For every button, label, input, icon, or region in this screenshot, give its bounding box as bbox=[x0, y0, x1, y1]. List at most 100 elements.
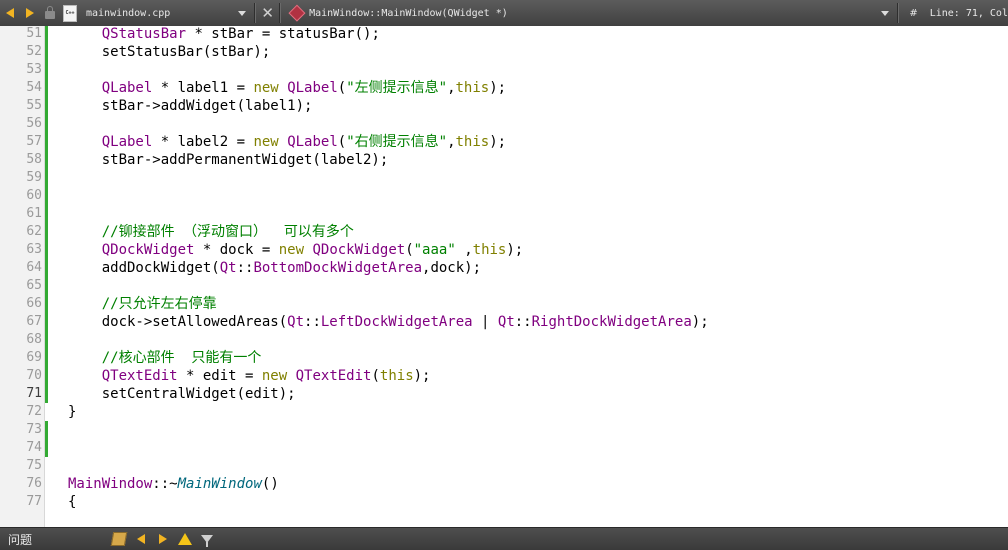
code-token: * edit = bbox=[177, 368, 262, 384]
previous-issue-button[interactable] bbox=[130, 529, 152, 549]
lock-icon bbox=[45, 6, 55, 19]
warnings-toggle-button[interactable] bbox=[174, 529, 196, 549]
code-line[interactable]: 75 bbox=[0, 457, 1008, 475]
filter-icon bbox=[201, 535, 213, 547]
modified-line-marker bbox=[45, 241, 48, 259]
open-file-selector[interactable]: mainwindow.cpp bbox=[86, 8, 232, 19]
code-line[interactable]: 59 bbox=[0, 169, 1008, 187]
code-line[interactable]: 76 MainWindow::~MainWindow() bbox=[0, 475, 1008, 493]
next-issue-button[interactable] bbox=[152, 529, 174, 549]
code-text: addDockWidget(Qt::BottomDockWidgetArea,d… bbox=[68, 259, 481, 277]
modified-line-marker bbox=[45, 259, 48, 277]
line-number: 62 bbox=[26, 224, 42, 239]
code-line[interactable]: 74 bbox=[0, 439, 1008, 457]
file-type-icon-wrap: C++ bbox=[60, 2, 80, 24]
code-token: BottomDockWidgetArea bbox=[253, 260, 423, 276]
close-document-button[interactable]: ✕ bbox=[258, 4, 277, 22]
modified-line-marker bbox=[45, 169, 48, 187]
code-token: MainWindow bbox=[68, 476, 153, 492]
modified-line-marker bbox=[45, 295, 48, 313]
code-token: ); bbox=[691, 314, 709, 330]
code-text: QStatusBar * stBar = statusBar(); bbox=[68, 26, 380, 43]
code-token: Qt bbox=[287, 314, 305, 330]
toolbar-separator bbox=[279, 3, 282, 23]
code-line[interactable]: 65 bbox=[0, 277, 1008, 295]
code-line[interactable]: 63 QDockWidget * dock = new QDockWidget(… bbox=[0, 241, 1008, 259]
symbol-dropdown-chevron-icon[interactable] bbox=[881, 10, 890, 16]
code-token: this bbox=[455, 80, 490, 96]
code-token: QLabel bbox=[287, 80, 338, 96]
symbol-selector[interactable]: MainWindow::MainWindow(QWidget *) bbox=[309, 8, 875, 19]
modified-line-marker bbox=[45, 79, 48, 97]
line-number: 72 bbox=[26, 404, 42, 419]
issues-pane-header: 问题 bbox=[0, 527, 1008, 550]
code-line[interactable]: 58 stBar->addPermanentWidget(label2); bbox=[0, 151, 1008, 169]
code-line[interactable]: 72} bbox=[0, 403, 1008, 421]
file-dropdown-chevron-icon[interactable] bbox=[237, 10, 246, 16]
code-token: "aaa" bbox=[413, 242, 456, 258]
code-line[interactable]: 67 dock->setAllowedAreas(Qt::LeftDockWid… bbox=[0, 313, 1008, 331]
code-line[interactable]: 54 QLabel * label1 = new QLabel("左侧提示信息"… bbox=[0, 79, 1008, 97]
code-text: stBar->addPermanentWidget(label2); bbox=[68, 151, 389, 169]
code-token: () bbox=[261, 476, 279, 492]
code-text: stBar->addWidget(label1); bbox=[68, 97, 313, 115]
code-line[interactable]: 57 QLabel * label2 = new QLabel("右侧提示信息"… bbox=[0, 133, 1008, 151]
code-line[interactable]: 68 bbox=[0, 331, 1008, 349]
go-back-button[interactable] bbox=[0, 2, 20, 24]
code-line[interactable]: 56 bbox=[0, 115, 1008, 133]
code-line[interactable]: 55 stBar->addWidget(label1); bbox=[0, 97, 1008, 115]
code-text: setStatusBar(stBar); bbox=[68, 43, 271, 61]
code-line[interactable]: 51 QStatusBar * stBar = statusBar(); bbox=[0, 26, 1008, 43]
cpp-file-icon: C++ bbox=[63, 4, 77, 22]
code-text: setCentralWidget(edit); bbox=[68, 385, 296, 403]
line-number: 69 bbox=[26, 350, 42, 365]
lock-button[interactable] bbox=[40, 2, 60, 24]
modified-line-marker bbox=[45, 349, 48, 367]
code-token: ,dock); bbox=[422, 260, 482, 276]
code-line[interactable]: 66 //只允许左右停靠 bbox=[0, 295, 1008, 313]
issues-title: 问题 bbox=[8, 532, 33, 547]
code-line[interactable]: 77 { bbox=[0, 493, 1008, 511]
line-number: 64 bbox=[26, 260, 42, 275]
modified-line-marker bbox=[45, 61, 48, 79]
build-issues-button[interactable] bbox=[108, 529, 130, 549]
code-token: addDockWidget( bbox=[68, 260, 220, 276]
code-token: QLabel bbox=[287, 134, 338, 150]
code-token: setStatusBar(stBar); bbox=[68, 44, 271, 60]
line-number: 54 bbox=[26, 80, 42, 95]
code-token: QTextEdit bbox=[101, 368, 178, 384]
filter-button[interactable] bbox=[196, 529, 218, 549]
hash-label: # bbox=[909, 7, 918, 19]
code-line[interactable]: 64 addDockWidget(Qt::BottomDockWidgetAre… bbox=[0, 259, 1008, 277]
code-token: new bbox=[253, 80, 279, 96]
line-number: 67 bbox=[26, 314, 42, 329]
code-text: MainWindow::~MainWindow() bbox=[68, 475, 279, 493]
code-token: ); bbox=[489, 134, 507, 150]
line-number: 51 bbox=[26, 26, 42, 41]
code-token: Qt bbox=[497, 314, 515, 330]
code-line[interactable]: 52 setStatusBar(stBar); bbox=[0, 43, 1008, 61]
code-line[interactable]: 70 QTextEdit * edit = new QTextEdit(this… bbox=[0, 367, 1008, 385]
code-line[interactable]: 62 //铆接部件 （浮动窗口） 可以有多个 bbox=[0, 223, 1008, 241]
code-line[interactable]: 73 bbox=[0, 421, 1008, 439]
code-editor[interactable]: 51 QStatusBar * stBar = statusBar(); 52 s… bbox=[0, 26, 1008, 527]
modified-line-marker bbox=[45, 43, 48, 61]
arrow-right-icon bbox=[159, 534, 167, 544]
code-token: QTextEdit bbox=[295, 368, 372, 384]
line-number: 55 bbox=[26, 98, 42, 113]
code-token: this bbox=[472, 242, 507, 258]
cursor-position[interactable]: Line: 71, Col bbox=[930, 8, 1008, 19]
code-line[interactable]: 60 bbox=[0, 187, 1008, 205]
code-line[interactable]: 53 bbox=[0, 61, 1008, 79]
code-token: ); bbox=[413, 368, 431, 384]
code-line[interactable]: 61 bbox=[0, 205, 1008, 223]
go-forward-button[interactable] bbox=[20, 2, 40, 24]
code-line[interactable]: 71 setCentralWidget(edit); bbox=[0, 385, 1008, 403]
method-icon bbox=[288, 4, 306, 22]
code-line[interactable]: 69 //核心部件 只能有一个 bbox=[0, 349, 1008, 367]
